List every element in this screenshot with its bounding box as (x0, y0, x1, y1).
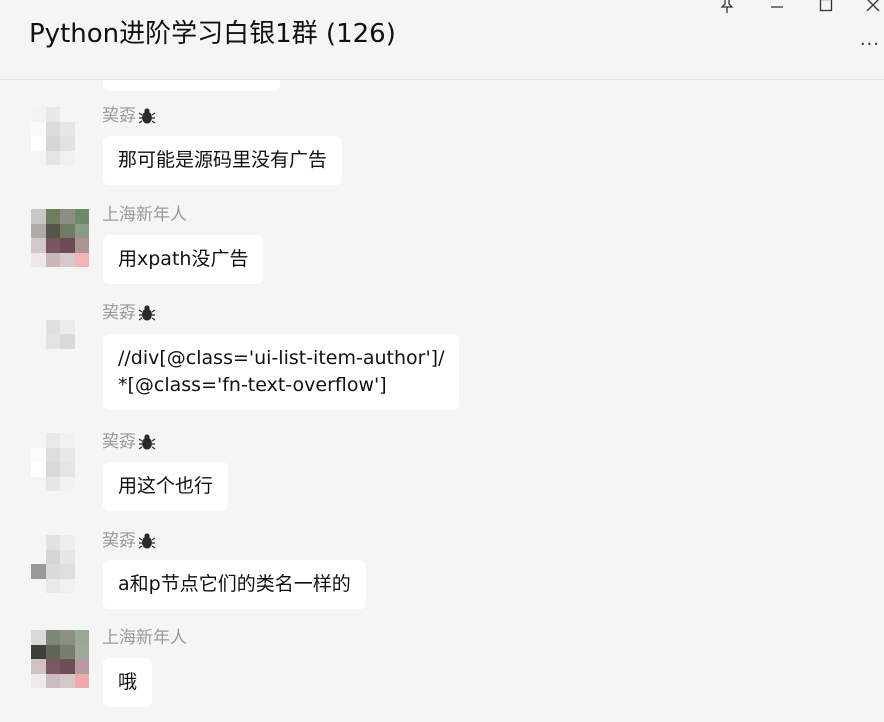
bug-icon (138, 108, 156, 124)
minimize-button[interactable] (762, 0, 792, 16)
bug-icon (138, 305, 156, 321)
avatar[interactable] (31, 305, 89, 363)
sender-name: 上海新年人 (102, 204, 187, 226)
sender-name-text: 巭孬 (102, 531, 136, 551)
message-bubble[interactable]: 那可能是源码里没有广告 (103, 136, 343, 185)
sender-name-text: 巭孬 (102, 303, 136, 323)
avatar[interactable] (31, 107, 89, 165)
sender-name: 巭孬 (102, 302, 156, 324)
minimize-icon (771, 6, 783, 8)
close-button[interactable] (858, 0, 884, 16)
message-bubble[interactable]: 用xpath没广告 (103, 235, 264, 284)
avatar[interactable] (31, 535, 89, 593)
bug-icon (138, 533, 156, 549)
chat-title: Python进阶学习白银1群 (126) (29, 19, 396, 49)
sender-name: 上海新年人 (102, 627, 187, 649)
sender-name-text: 巭孬 (102, 106, 136, 126)
maximize-button[interactable] (811, 0, 841, 16)
sender-name-text: 上海新年人 (102, 205, 187, 225)
sender-name: 巭孬 (102, 530, 156, 552)
avatar[interactable] (31, 433, 89, 491)
avatar[interactable] (31, 630, 89, 688)
sender-name: 巭孬 (102, 431, 156, 453)
more-options-button[interactable]: ··· (860, 34, 880, 55)
pin-icon (720, 0, 734, 13)
avatar[interactable] (31, 209, 89, 267)
message-bubble[interactable]: 用这个也行 (103, 462, 229, 511)
sender-name-text: 巭孬 (102, 432, 136, 452)
sender-name-text: 上海新年人 (102, 628, 187, 648)
message-bubble[interactable]: 哦 (103, 658, 153, 707)
chat-header: Python进阶学习白银1群 (126) ··· (0, 0, 884, 80)
sender-name: 巭孬 (102, 105, 156, 127)
message-list[interactable]: 巭孬 那可能是源码里没有广告 上海新年人 用xpath没广告 巭孬 //div[… (0, 81, 884, 722)
message-bubble[interactable]: //div[@class='ui-list-item-author']/ *[@… (103, 334, 460, 410)
pin-button[interactable] (712, 0, 742, 16)
bug-icon (138, 434, 156, 450)
message-bubble[interactable]: a和p节点它们的类名一样的 (103, 560, 366, 609)
maximize-icon (819, 0, 833, 12)
close-icon (866, 0, 880, 12)
